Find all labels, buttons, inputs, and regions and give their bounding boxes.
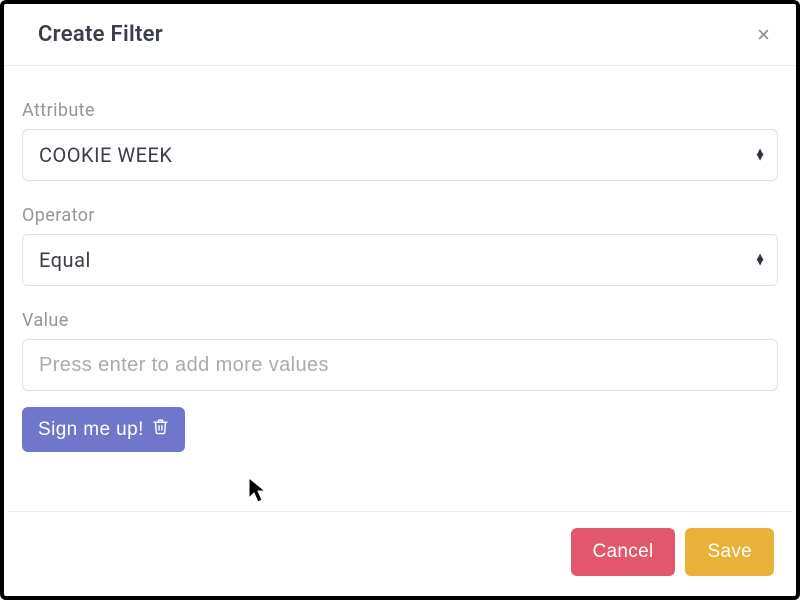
save-button[interactable]: Save: [685, 528, 774, 576]
value-chip-label: Sign me up!: [38, 419, 144, 441]
attribute-label: Attribute: [22, 100, 778, 121]
operator-select-value: Equal: [22, 234, 778, 286]
modal-title: Create Filter: [38, 22, 163, 47]
value-input[interactable]: [22, 339, 778, 391]
modal-header: Create Filter ×: [4, 4, 796, 66]
operator-select[interactable]: Equal ▲▼: [22, 234, 778, 286]
value-chip[interactable]: Sign me up!: [22, 407, 185, 452]
attribute-select[interactable]: COOKIE WEEK ▲▼: [22, 129, 778, 181]
modal-footer: Cancel Save: [8, 511, 792, 596]
sort-icon: ▲▼: [754, 150, 766, 161]
sort-icon: ▲▼: [754, 255, 766, 266]
value-label: Value: [22, 310, 778, 331]
cancel-button[interactable]: Cancel: [571, 528, 676, 576]
value-field-group: Value: [22, 310, 778, 391]
operator-field-group: Operator Equal ▲▼: [22, 205, 778, 286]
attribute-field-group: Attribute COOKIE WEEK ▲▼: [22, 100, 778, 181]
operator-label: Operator: [22, 205, 778, 226]
trash-icon: [152, 418, 169, 441]
cursor-icon: [248, 477, 270, 509]
modal-body: Attribute COOKIE WEEK ▲▼ Operator Equal …: [4, 66, 796, 470]
attribute-select-value: COOKIE WEEK: [22, 129, 778, 181]
close-button[interactable]: ×: [757, 24, 770, 46]
modal-dialog: Create Filter × Attribute COOKIE WEEK ▲▼…: [0, 0, 800, 600]
